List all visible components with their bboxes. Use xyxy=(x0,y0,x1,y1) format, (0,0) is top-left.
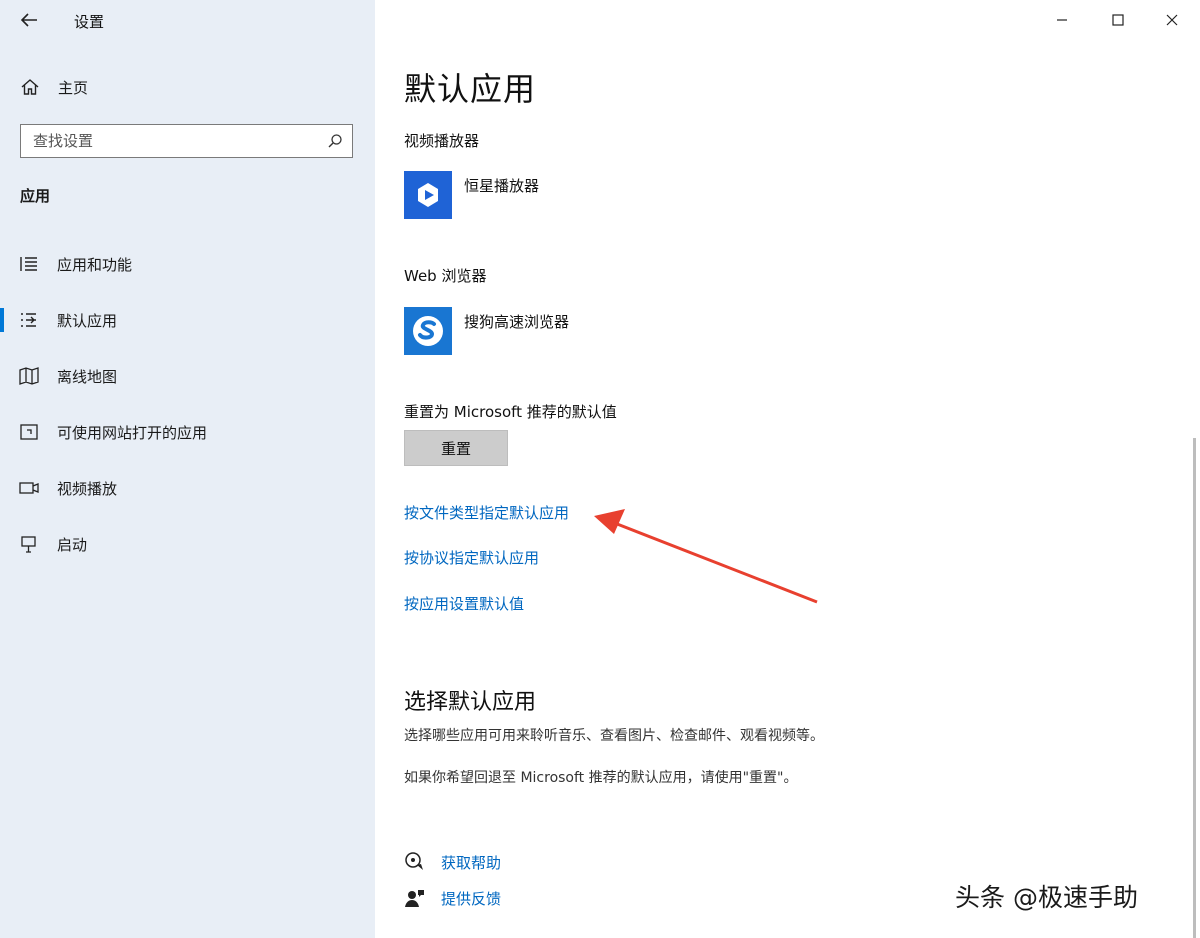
sidebar-item-apps-for-websites[interactable]: 可使用网站打开的应用 xyxy=(0,412,375,452)
feedback-label: 提供反馈 xyxy=(441,890,502,908)
choose-default-apps-description: 选择哪些应用可用来聆听音乐、查看图片、检查邮件、观看视频等。 xyxy=(404,728,824,744)
search-box xyxy=(20,124,353,158)
window-title: 设置 xyxy=(74,13,105,31)
feedback-link[interactable]: 提供反馈 xyxy=(404,886,704,910)
web-browser-label: Web 浏览器 xyxy=(404,267,487,285)
home-icon xyxy=(21,79,39,95)
settings-window: 设置 主页 应用 应用和功能 xyxy=(0,0,1200,938)
reset-label: 重置为 Microsoft 推荐的默认值 xyxy=(404,403,617,421)
stellar-player-app-icon xyxy=(404,171,452,219)
close-icon xyxy=(1166,14,1178,26)
sidebar-item-apps-features[interactable]: 应用和功能 xyxy=(0,244,375,284)
apps-features-icon xyxy=(20,257,37,271)
choose-default-apps-title: 选择默认应用 xyxy=(404,690,537,715)
link-by-app[interactable]: 按应用设置默认值 xyxy=(404,593,524,614)
startup-icon xyxy=(21,536,36,553)
sidebar-item-label: 启动 xyxy=(57,536,88,554)
reset-hint: 如果你希望回退至 Microsoft 推荐的默认应用，请使用"重置"。 xyxy=(404,770,798,786)
sidebar-item-home[interactable]: 主页 xyxy=(0,68,375,106)
sidebar-item-label: 离线地图 xyxy=(57,368,118,386)
reset-button[interactable]: 重置 xyxy=(404,430,508,466)
video-player-label: 视频播放器 xyxy=(404,132,480,150)
web-browser-app-name: 搜狗高速浏览器 xyxy=(464,313,570,331)
sidebar-item-label: 应用和功能 xyxy=(57,256,133,274)
apps-for-websites-icon xyxy=(20,424,38,440)
back-arrow-icon xyxy=(20,13,37,27)
link-by-file-type[interactable]: 按文件类型指定默认应用 xyxy=(404,502,569,523)
search-icon[interactable] xyxy=(318,125,352,157)
web-browser-selector[interactable]: 搜狗高速浏览器 xyxy=(404,307,804,357)
link-by-protocol[interactable]: 按协议指定默认应用 xyxy=(404,547,539,568)
default-apps-icon xyxy=(21,313,36,327)
get-help-label: 获取帮助 xyxy=(441,854,502,872)
get-help-link[interactable]: 获取帮助 xyxy=(404,850,704,874)
main-panel: 默认应用 视频播放器 恒星播放器 Web 浏览器 搜狗高速浏览器 重置为 Mic… xyxy=(375,0,1200,938)
sidebar-item-offline-maps[interactable]: 离线地图 xyxy=(0,356,375,396)
maximize-button[interactable] xyxy=(1091,0,1145,40)
minimize-button[interactable] xyxy=(1035,0,1089,40)
search-input[interactable] xyxy=(21,132,318,150)
video-playback-icon xyxy=(19,482,39,494)
sidebar-item-video-playback[interactable]: 视频播放 xyxy=(0,468,375,508)
sidebar-item-label: 视频播放 xyxy=(57,480,118,498)
watermark: 头条 @极速手助 xyxy=(955,883,1138,912)
back-button[interactable] xyxy=(14,6,44,34)
sidebar-item-startup[interactable]: 启动 xyxy=(0,524,375,564)
feedback-person-icon xyxy=(405,890,424,907)
sidebar: 设置 主页 应用 应用和功能 xyxy=(0,0,375,938)
help-chat-icon xyxy=(405,852,423,870)
selection-indicator xyxy=(0,308,4,332)
page-title: 默认应用 xyxy=(404,70,537,108)
sidebar-item-default-apps[interactable]: 默认应用 xyxy=(0,300,375,340)
offline-maps-icon xyxy=(19,367,39,385)
video-player-selector[interactable]: 恒星播放器 xyxy=(404,171,804,221)
maximize-icon xyxy=(1112,14,1124,26)
scrollbar[interactable] xyxy=(1193,438,1196,938)
sidebar-item-label: 可使用网站打开的应用 xyxy=(57,424,208,442)
sidebar-item-label: 默认应用 xyxy=(57,312,118,330)
section-heading: 应用 xyxy=(20,187,51,205)
minimize-icon xyxy=(1057,19,1067,21)
close-button[interactable] xyxy=(1145,0,1199,40)
sogou-browser-app-icon xyxy=(404,307,452,355)
home-label: 主页 xyxy=(58,79,89,97)
video-player-app-name: 恒星播放器 xyxy=(464,177,540,195)
